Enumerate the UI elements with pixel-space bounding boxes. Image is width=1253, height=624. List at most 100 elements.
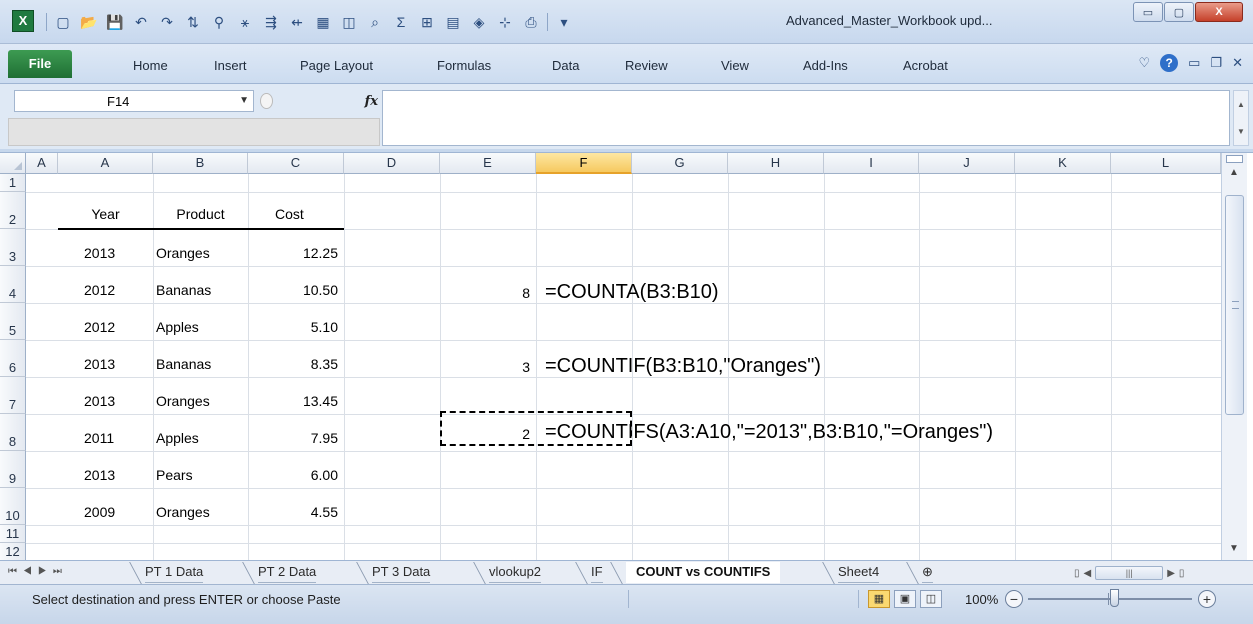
sheet-nav-buttons[interactable]: ⏮◀▶⏭ [8,566,68,577]
zoom-level[interactable]: 100% [965,592,998,607]
cell-F6-formula-text[interactable]: =COUNTIF(B3:B10,"Oranges") [545,351,821,381]
column-header-F[interactable]: F [536,153,632,174]
last-sheet-icon[interactable]: ⏭ [53,566,68,577]
minimize-button[interactable]: ▭ [1133,2,1163,22]
cell-cost[interactable]: 8.35 [248,352,338,376]
cell-F4-formula-text[interactable]: =COUNTA(B3:B10) [545,277,719,307]
formula-bar-scroll[interactable]: ▲ ▼ [1233,90,1249,146]
chevron-down-icon[interactable]: ▼ [1237,127,1245,136]
insert-sheet-icon[interactable]: ⊕ [922,562,933,583]
horizontal-scrollbar[interactable]: ▯ ◀ ||| ▶ ▯ [1074,564,1250,582]
cell-year[interactable]: 2013 [84,389,153,413]
filter-icon[interactable]: ⚲ [207,11,231,33]
row-header[interactable]: 12 [0,543,26,561]
scroll-thumb[interactable] [1225,195,1244,415]
column-header-L[interactable]: L [1111,153,1221,174]
cell-A2-year[interactable]: Year [58,200,153,228]
tab-formulas[interactable]: Formulas [437,58,491,73]
row-header[interactable]: 5 [0,303,26,340]
row-header[interactable]: 1 [0,174,26,192]
format-icon[interactable]: ▤ [441,11,465,33]
workbook-close-icon[interactable]: ✕ [1232,55,1243,71]
sheet-tab[interactable]: PT 3 Data [372,562,431,583]
prev-sheet-icon[interactable]: ◀ [23,566,38,577]
maximize-button[interactable]: ▢ [1164,2,1194,22]
sheet-tab[interactable]: PT 1 Data [145,562,204,583]
customize-qat-icon[interactable]: ▾ [552,11,576,33]
horizontal-scroll-thumb[interactable]: ||| [1095,566,1164,580]
cell-year[interactable]: 2012 [84,315,153,339]
freeze-icon[interactable]: ⊹ [493,11,517,33]
tab-view[interactable]: View [721,58,749,73]
normal-view-icon[interactable]: ▦ [868,590,890,608]
cell-product[interactable]: Apples [156,426,248,450]
sheet-tab[interactable]: PT 2 Data [258,562,317,583]
row-header[interactable]: 6 [0,340,26,377]
print-icon[interactable]: ⎙ [519,11,543,33]
row-header[interactable]: 7 [0,377,26,414]
page-layout-view-icon[interactable]: ▣ [894,590,916,608]
cell-cost[interactable]: 5.10 [248,315,338,339]
insert-function-button[interactable]: fx [365,94,378,109]
close-button[interactable]: X [1195,2,1243,22]
cancel-entry-icon[interactable] [260,93,273,109]
cell-year[interactable]: 2011 [84,426,153,450]
zoom-slider-knob[interactable] [1110,589,1119,607]
column-header-D[interactable]: D [344,153,440,174]
column-header-B[interactable]: B [153,153,248,174]
workbook-restore-icon[interactable]: ❐ [1210,55,1222,71]
clear-filter-icon[interactable]: ⚹ [233,11,257,33]
delete-row-icon[interactable]: ⇷ [285,11,309,33]
sort-ascending-icon[interactable]: ⇅ [181,11,205,33]
row-header[interactable]: 8 [0,414,26,451]
sheet-tab[interactable]: vlookup2 [489,562,542,583]
next-sheet-icon[interactable]: ▶ [38,566,53,577]
minimize-ribbon-icon[interactable]: ♡ [1138,55,1150,71]
cell-year[interactable]: 2013 [84,463,153,487]
sum-icon[interactable]: Σ [389,11,413,33]
workbook-minimize-icon[interactable]: ▭ [1188,55,1200,71]
scroll-left-icon[interactable]: ◀ [1084,568,1092,579]
cell-product[interactable]: Apples [156,315,248,339]
chevron-up-icon[interactable]: ▲ [1237,100,1245,109]
cell-C2-cost[interactable]: Cost [275,200,344,228]
new-icon[interactable]: ▢ [51,11,75,33]
split-handle-icon[interactable]: ▯ [1074,568,1080,579]
tab-add-ins[interactable]: Add-Ins [803,58,848,73]
split-box[interactable] [1226,155,1243,163]
cell-cost[interactable]: 4.55 [248,500,338,524]
borders-icon[interactable]: ⊞ [415,11,439,33]
column-header-A[interactable]: A [58,153,153,174]
row-header[interactable]: 11 [0,525,26,543]
sheet-tab[interactable]: IF [591,562,603,583]
tab-home[interactable]: Home [133,58,168,73]
help-icon[interactable]: ? [1160,54,1179,72]
row-header[interactable]: 10 [0,488,26,525]
sheet-tab-active[interactable]: COUNT vs COUNTIFS [626,562,781,583]
column-header-H[interactable]: H [728,153,824,174]
cell-cost[interactable]: 12.25 [248,241,338,265]
first-sheet-icon[interactable]: ⏮ [8,566,23,577]
chevron-down-icon[interactable]: ▼ [239,95,249,106]
tab-file[interactable]: File [8,50,72,78]
cell-cost[interactable]: 13.45 [248,389,338,413]
save-icon[interactable]: 💾 [103,11,127,33]
split-handle-icon[interactable]: ▯ [1179,568,1185,579]
row-header[interactable]: 9 [0,451,26,488]
zoom-in-icon[interactable]: + [1198,590,1216,608]
sheet-tab[interactable]: Sheet4 [838,562,880,583]
insert-row-icon[interactable]: ⇶ [259,11,283,33]
cell-product[interactable]: Oranges [156,241,248,265]
column-header-E[interactable]: E [440,153,536,174]
cell-product[interactable]: Oranges [156,389,248,413]
table-icon[interactable]: ▦ [311,11,335,33]
undo-icon[interactable]: ↶ [129,11,153,33]
cell-cost[interactable]: 10.50 [248,278,338,302]
open-icon[interactable]: 📂 [77,11,101,33]
row-header[interactable]: 2 [0,192,26,229]
formula-input[interactable] [382,90,1230,146]
column-header-I[interactable]: I [824,153,919,174]
tab-data[interactable]: Data [552,58,579,73]
cell-cost[interactable]: 7.95 [248,426,338,450]
cell-product[interactable]: Bananas [156,278,248,302]
